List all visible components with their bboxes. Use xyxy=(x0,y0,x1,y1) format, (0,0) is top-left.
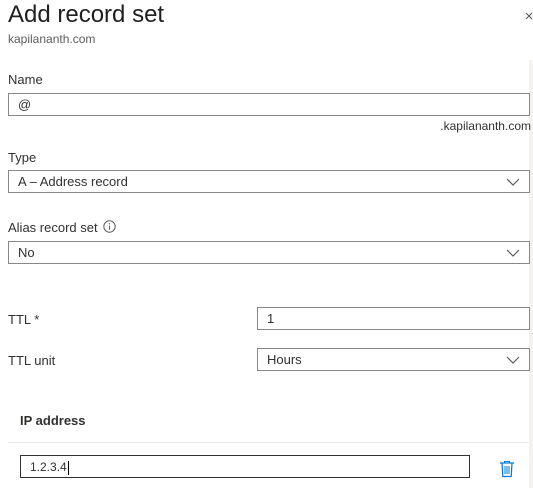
panel-title: Add record set xyxy=(8,1,165,28)
alias-label: Alias record set xyxy=(8,220,98,235)
ttl-unit-selected: Hours xyxy=(267,351,302,367)
ttl-unit-dropdown[interactable]: Hours xyxy=(257,348,530,371)
panel-subtitle: kapilananth.com xyxy=(8,32,96,46)
ip-address-value: 1.2.3.4 xyxy=(30,460,67,474)
ip-section-divider xyxy=(8,442,529,443)
text-cursor xyxy=(67,460,69,475)
close-icon xyxy=(525,12,533,20)
ttl-input[interactable] xyxy=(257,307,530,330)
alias-dropdown[interactable]: No xyxy=(8,241,530,264)
ttl-unit-label: TTL unit xyxy=(8,353,56,368)
chevron-down-icon xyxy=(506,249,520,257)
name-label: Name xyxy=(8,72,43,87)
close-button[interactable] xyxy=(524,6,533,24)
ttl-label: TTL * xyxy=(8,312,40,327)
alias-label-row: Alias record set xyxy=(8,219,116,235)
name-input[interactable] xyxy=(8,93,530,116)
chevron-down-icon xyxy=(506,178,520,186)
type-selected: A – Address record xyxy=(18,173,128,189)
type-label: Type xyxy=(8,150,37,165)
name-suffix: .kapilananth.com xyxy=(440,119,531,133)
alias-selected: No xyxy=(18,244,35,260)
ip-address-input[interactable]: 1.2.3.4 xyxy=(20,455,470,478)
type-dropdown[interactable]: A – Address record xyxy=(8,170,530,193)
ip-address-header: IP address xyxy=(20,413,86,428)
trash-icon[interactable] xyxy=(499,460,515,478)
chevron-down-icon xyxy=(506,356,520,364)
info-icon[interactable] xyxy=(102,219,116,233)
